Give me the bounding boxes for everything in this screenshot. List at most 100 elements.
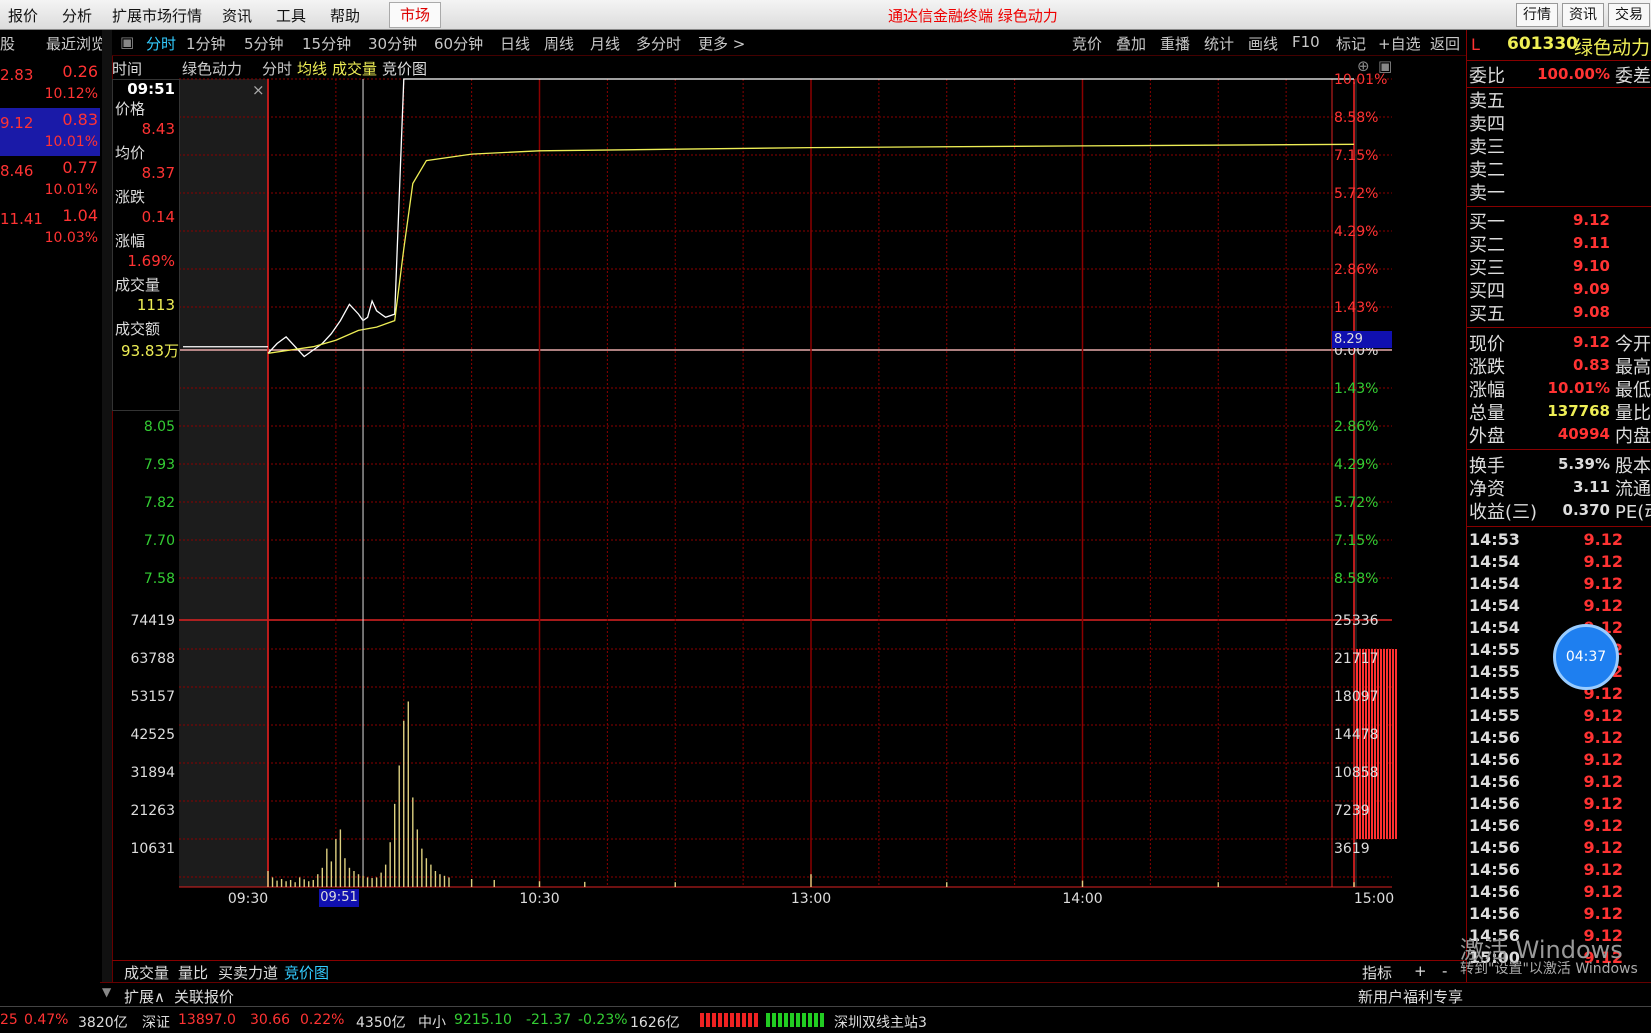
tab-weekly[interactable]: 周线	[544, 33, 574, 54]
turnover-value: 5.39%	[1557, 455, 1610, 473]
tab-30min[interactable]: 30分钟	[368, 33, 417, 54]
server-name[interactable]: 深圳双线主站3	[834, 1012, 927, 1032]
quote-button[interactable]: 行情	[1516, 3, 1558, 27]
intraday-chart[interactable]: 8.178.057.937.827.707.5810.01%8.58%7.15%…	[112, 55, 1466, 960]
news-button[interactable]: 资讯	[1562, 3, 1604, 27]
overlay-button[interactable]: 叠加	[1116, 33, 1146, 54]
back-button[interactable]: 返回	[1430, 33, 1460, 54]
new-user-promo[interactable]: 新用户福利专享	[1358, 986, 1463, 1007]
menu-item-analysis[interactable]: 分析	[62, 5, 92, 26]
tick-time: 14:54	[1469, 574, 1520, 593]
mark-button[interactable]: 标记	[1336, 33, 1366, 54]
tab-60min[interactable]: 60分钟	[434, 33, 483, 54]
market-button[interactable]: 市场	[389, 2, 441, 28]
eps-value: 0.370	[1562, 501, 1610, 519]
tab-15min[interactable]: 15分钟	[302, 33, 351, 54]
tick-price: 9.12	[1583, 530, 1623, 549]
trade-button[interactable]: 交易	[1608, 3, 1650, 27]
auction-volume-bar	[1383, 649, 1385, 839]
tick-time: 14:55	[1469, 684, 1520, 703]
tick-list[interactable]: 14:53 9.12 14:54 9.12 14:54 9.12 14:54 9.12 14:5…	[1467, 530, 1651, 970]
avg-line-legend[interactable]: 均线	[297, 58, 327, 79]
outer-volume: 40994	[1557, 425, 1610, 443]
replay-button[interactable]: 重播	[1160, 33, 1190, 54]
collapse-icon[interactable]: ▼	[102, 985, 111, 999]
maximize-icon[interactable]: ▣	[1378, 57, 1392, 75]
right-tick-label: 4.29%	[1334, 224, 1378, 240]
pct-value: 10.01%	[1547, 379, 1610, 397]
chart-canvas[interactable]: 8.178.057.937.827.707.5810.01%8.58%7.15%…	[112, 55, 1466, 960]
tab-volume-ratio[interactable]: 量比	[178, 962, 208, 983]
indicator-button[interactable]: 指标	[1362, 962, 1392, 983]
volume-tick-label: 10858	[1334, 765, 1379, 781]
add-watchlist-button[interactable]: +自选	[1378, 33, 1421, 54]
tick-price: 9.12	[1583, 772, 1623, 791]
total-volume: 137768	[1547, 402, 1610, 420]
tab-multi-intraday[interactable]: 多分时	[636, 33, 681, 54]
tick-price: 9.12	[1583, 882, 1623, 901]
tab-monthly[interactable]: 月线	[590, 33, 620, 54]
pct-label: 涨幅	[115, 232, 146, 250]
stock-name: 绿色动力	[1574, 37, 1651, 59]
right-tick-label: 5.72%	[1334, 495, 1378, 511]
volume-legend[interactable]: 成交量	[332, 58, 377, 79]
tick-row: 14:559.12	[1469, 684, 1649, 706]
menu-item-ext-market[interactable]: 扩展市场行情	[112, 5, 202, 26]
tab-intraday[interactable]: 分时	[146, 33, 176, 54]
tick-price: 9.12	[1583, 794, 1623, 813]
tab-auction-chart[interactable]: 竞价图	[284, 962, 329, 983]
related-quote-button[interactable]: 关联报价	[174, 986, 234, 1007]
menu-item-help[interactable]: 帮助	[330, 5, 360, 26]
menu-item-tools[interactable]: 工具	[276, 5, 306, 26]
zoom-in-button[interactable]: +	[1414, 962, 1427, 980]
draw-button[interactable]: 画线	[1248, 33, 1278, 54]
sz-index-amount: 4350亿	[356, 1015, 406, 1031]
list-scrollbar[interactable]	[102, 30, 112, 990]
tick-row: 14:54 9.12	[1469, 574, 1649, 596]
buy1-price: 9.12	[1572, 211, 1610, 229]
current-price: 9.12	[1572, 333, 1610, 351]
left-tick-label: 7.93	[144, 457, 175, 473]
list-header-recent[interactable]: 最近浏览	[46, 33, 106, 54]
list-item-selected[interactable]: 9.12 0.83 10.01%	[0, 108, 100, 156]
zx-index-pct: -0.23%	[578, 1012, 628, 1028]
tab-1min[interactable]: 1分钟	[186, 33, 226, 54]
tab-buy-sell-force[interactable]: 买卖力道	[218, 962, 278, 983]
recording-timer[interactable]: 04:37	[1553, 624, 1619, 690]
tab-daily[interactable]: 日线	[500, 33, 530, 54]
right-tick-label: 8.58%	[1334, 110, 1378, 126]
list-item[interactable]: 11.41 1.04 10.03%	[0, 204, 100, 252]
cursor-amount: 93.83万	[121, 342, 179, 360]
list-item[interactable]: 2.83 0.26 10.12%	[0, 60, 100, 108]
change-value: 0.83	[1572, 356, 1610, 374]
tab-volume[interactable]: 成交量	[124, 962, 169, 983]
x-tick-label: 13:00	[791, 891, 831, 907]
auction-legend[interactable]: 竞价图	[382, 58, 427, 79]
buy5-label: 买五	[1469, 304, 1505, 325]
left-tick-label: 8.05	[144, 419, 175, 435]
sh-index-pct: 0.47%	[24, 1012, 69, 1028]
auction-button[interactable]: 竞价	[1072, 33, 1102, 54]
volume-tick-label: 21717	[1334, 651, 1379, 667]
list-header-stock[interactable]: 股	[0, 33, 15, 54]
auction-volume-bar	[1371, 649, 1373, 839]
f10-button[interactable]: F10	[1292, 33, 1320, 51]
stats-button[interactable]: 统计	[1204, 33, 1234, 54]
panel-toggle-icon[interactable]: ▣	[120, 33, 134, 51]
auction-volume-bar	[1386, 649, 1388, 839]
tick-time: 14:55	[1469, 706, 1520, 725]
buy5-price: 9.08	[1572, 303, 1610, 321]
menu-item-quote[interactable]: 报价	[8, 5, 38, 26]
sh-index-value: 25	[0, 1012, 18, 1028]
tab-5min[interactable]: 5分钟	[244, 33, 284, 54]
menu-item-news[interactable]: 资讯	[222, 5, 252, 26]
zoom-out-button[interactable]: -	[1442, 962, 1447, 980]
volume-tick-label: 21263	[130, 803, 175, 819]
close-icon[interactable]: ×	[252, 81, 265, 99]
volume-tick-label: 42525	[130, 727, 175, 743]
expand-button[interactable]: 扩展∧	[124, 986, 165, 1007]
expand-icon[interactable]: ⊕	[1357, 57, 1370, 75]
right-tick-label: 4.29%	[1334, 457, 1378, 473]
tab-more[interactable]: 更多 >	[698, 33, 745, 54]
list-item[interactable]: 8.46 0.77 10.01%	[0, 156, 100, 204]
